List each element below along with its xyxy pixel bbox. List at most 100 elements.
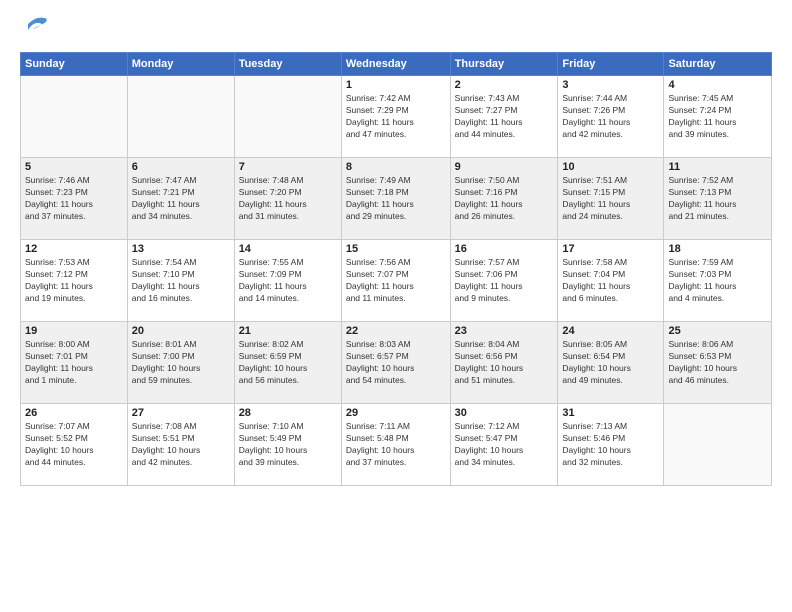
calendar-cell: 7 Sunrise: 7:48 AM Sunset: 7:20 PM Daylig… <box>234 158 341 240</box>
day-info: Sunrise: 7:46 AM Sunset: 7:23 PM Dayligh… <box>25 175 123 223</box>
day-info: Sunrise: 7:43 AM Sunset: 7:27 PM Dayligh… <box>455 93 554 141</box>
day-info: Sunrise: 7:51 AM Sunset: 7:15 PM Dayligh… <box>562 175 659 223</box>
calendar-cell: 5 Sunrise: 7:46 AM Sunset: 7:23 PM Daylig… <box>21 158 128 240</box>
day-number: 2 <box>455 79 554 91</box>
day-number: 27 <box>132 407 230 419</box>
day-number: 23 <box>455 325 554 337</box>
day-number: 17 <box>562 243 659 255</box>
day-info: Sunrise: 7:58 AM Sunset: 7:04 PM Dayligh… <box>562 257 659 305</box>
day-info: Sunrise: 7:56 AM Sunset: 7:07 PM Dayligh… <box>346 257 446 305</box>
calendar-header-row: SundayMondayTuesdayWednesdayThursdayFrid… <box>21 53 772 76</box>
calendar-cell <box>127 76 234 158</box>
day-info: Sunrise: 8:05 AM Sunset: 6:54 PM Dayligh… <box>562 339 659 387</box>
calendar-cell: 10 Sunrise: 7:51 AM Sunset: 7:15 PM Dayli… <box>558 158 664 240</box>
calendar-header-saturday: Saturday <box>664 53 772 76</box>
calendar-cell: 2 Sunrise: 7:43 AM Sunset: 7:27 PM Daylig… <box>450 76 558 158</box>
calendar-week-row: 26 Sunrise: 7:07 AM Sunset: 5:52 PM Dayli… <box>21 404 772 486</box>
calendar-cell: 23 Sunrise: 8:04 AM Sunset: 6:56 PM Dayli… <box>450 322 558 404</box>
header <box>20 16 772 42</box>
day-info: Sunrise: 7:49 AM Sunset: 7:18 PM Dayligh… <box>346 175 446 223</box>
calendar-cell: 1Sunrise: 7:42 AM Sunset: 7:29 PM Daylig… <box>341 76 450 158</box>
day-info: Sunrise: 7:12 AM Sunset: 5:47 PM Dayligh… <box>455 421 554 469</box>
calendar-cell: 17 Sunrise: 7:58 AM Sunset: 7:04 PM Dayli… <box>558 240 664 322</box>
day-number: 29 <box>346 407 446 419</box>
day-number: 24 <box>562 325 659 337</box>
day-number: 21 <box>239 325 337 337</box>
calendar-header-sunday: Sunday <box>21 53 128 76</box>
calendar-cell <box>234 76 341 158</box>
calendar-cell: 22 Sunrise: 8:03 AM Sunset: 6:57 PM Dayli… <box>341 322 450 404</box>
logo <box>20 16 54 42</box>
day-info: Sunrise: 7:44 AM Sunset: 7:26 PM Dayligh… <box>562 93 659 141</box>
day-info: Sunrise: 7:08 AM Sunset: 5:51 PM Dayligh… <box>132 421 230 469</box>
day-info: Sunrise: 8:03 AM Sunset: 6:57 PM Dayligh… <box>346 339 446 387</box>
calendar-cell: 11Sunrise: 7:52 AM Sunset: 7:13 PM Dayli… <box>664 158 772 240</box>
day-info: Sunrise: 7:57 AM Sunset: 7:06 PM Dayligh… <box>455 257 554 305</box>
calendar-cell: 21 Sunrise: 8:02 AM Sunset: 6:59 PM Dayli… <box>234 322 341 404</box>
calendar-cell: 27 Sunrise: 7:08 AM Sunset: 5:51 PM Dayli… <box>127 404 234 486</box>
day-info: Sunrise: 8:04 AM Sunset: 6:56 PM Dayligh… <box>455 339 554 387</box>
day-number: 5 <box>25 161 123 173</box>
day-number: 26 <box>25 407 123 419</box>
calendar-cell: 16 Sunrise: 7:57 AM Sunset: 7:06 PM Dayli… <box>450 240 558 322</box>
day-number: 8 <box>346 161 446 173</box>
day-number: 4 <box>668 79 767 91</box>
day-number: 7 <box>239 161 337 173</box>
calendar-cell: 15 Sunrise: 7:56 AM Sunset: 7:07 PM Dayli… <box>341 240 450 322</box>
calendar-cell: 3 Sunrise: 7:44 AM Sunset: 7:26 PM Daylig… <box>558 76 664 158</box>
day-number: 25 <box>668 325 767 337</box>
day-info: Sunrise: 7:42 AM Sunset: 7:29 PM Dayligh… <box>346 93 446 141</box>
day-info: Sunrise: 7:45 AM Sunset: 7:24 PM Dayligh… <box>668 93 767 141</box>
day-number: 15 <box>346 243 446 255</box>
calendar-cell: 31 Sunrise: 7:13 AM Sunset: 5:46 PM Dayli… <box>558 404 664 486</box>
day-info: Sunrise: 7:47 AM Sunset: 7:21 PM Dayligh… <box>132 175 230 223</box>
logo-bird-icon <box>20 16 52 42</box>
day-number: 22 <box>346 325 446 337</box>
day-number: 20 <box>132 325 230 337</box>
day-info: Sunrise: 8:06 AM Sunset: 6:53 PM Dayligh… <box>668 339 767 387</box>
day-info: Sunrise: 8:01 AM Sunset: 7:00 PM Dayligh… <box>132 339 230 387</box>
calendar-cell: 20 Sunrise: 8:01 AM Sunset: 7:00 PM Dayli… <box>127 322 234 404</box>
calendar-cell: 8 Sunrise: 7:49 AM Sunset: 7:18 PM Daylig… <box>341 158 450 240</box>
calendar-cell: 9Sunrise: 7:50 AM Sunset: 7:16 PM Daylig… <box>450 158 558 240</box>
day-info: Sunrise: 7:07 AM Sunset: 5:52 PM Dayligh… <box>25 421 123 469</box>
day-number: 12 <box>25 243 123 255</box>
day-number: 30 <box>455 407 554 419</box>
day-info: Sunrise: 7:50 AM Sunset: 7:16 PM Dayligh… <box>455 175 554 223</box>
calendar-cell: 30 Sunrise: 7:12 AM Sunset: 5:47 PM Dayli… <box>450 404 558 486</box>
calendar-week-row: 12 Sunrise: 7:53 AM Sunset: 7:12 PM Dayli… <box>21 240 772 322</box>
day-info: Sunrise: 7:59 AM Sunset: 7:03 PM Dayligh… <box>668 257 767 305</box>
calendar-cell: 18 Sunrise: 7:59 AM Sunset: 7:03 PM Dayli… <box>664 240 772 322</box>
calendar-week-row: 19 Sunrise: 8:00 AM Sunset: 7:01 PM Dayli… <box>21 322 772 404</box>
day-number: 6 <box>132 161 230 173</box>
calendar-header-monday: Monday <box>127 53 234 76</box>
day-info: Sunrise: 7:53 AM Sunset: 7:12 PM Dayligh… <box>25 257 123 305</box>
day-info: Sunrise: 7:55 AM Sunset: 7:09 PM Dayligh… <box>239 257 337 305</box>
day-info: Sunrise: 8:02 AM Sunset: 6:59 PM Dayligh… <box>239 339 337 387</box>
calendar-cell: 19 Sunrise: 8:00 AM Sunset: 7:01 PM Dayli… <box>21 322 128 404</box>
day-number: 18 <box>668 243 767 255</box>
day-info: Sunrise: 7:10 AM Sunset: 5:49 PM Dayligh… <box>239 421 337 469</box>
day-number: 28 <box>239 407 337 419</box>
calendar-cell <box>664 404 772 486</box>
calendar-cell: 26 Sunrise: 7:07 AM Sunset: 5:52 PM Dayli… <box>21 404 128 486</box>
calendar-cell: 29 Sunrise: 7:11 AM Sunset: 5:48 PM Dayli… <box>341 404 450 486</box>
day-number: 10 <box>562 161 659 173</box>
day-number: 13 <box>132 243 230 255</box>
day-number: 3 <box>562 79 659 91</box>
day-number: 11 <box>668 161 767 173</box>
day-info: Sunrise: 7:11 AM Sunset: 5:48 PM Dayligh… <box>346 421 446 469</box>
calendar-week-row: 1Sunrise: 7:42 AM Sunset: 7:29 PM Daylig… <box>21 76 772 158</box>
day-number: 31 <box>562 407 659 419</box>
day-info: Sunrise: 7:48 AM Sunset: 7:20 PM Dayligh… <box>239 175 337 223</box>
calendar-cell: 24 Sunrise: 8:05 AM Sunset: 6:54 PM Dayli… <box>558 322 664 404</box>
day-info: Sunrise: 8:00 AM Sunset: 7:01 PM Dayligh… <box>25 339 123 387</box>
day-info: Sunrise: 7:13 AM Sunset: 5:46 PM Dayligh… <box>562 421 659 469</box>
day-number: 19 <box>25 325 123 337</box>
day-number: 16 <box>455 243 554 255</box>
day-info: Sunrise: 7:54 AM Sunset: 7:10 PM Dayligh… <box>132 257 230 305</box>
calendar-table: SundayMondayTuesdayWednesdayThursdayFrid… <box>20 52 772 486</box>
calendar-week-row: 5 Sunrise: 7:46 AM Sunset: 7:23 PM Daylig… <box>21 158 772 240</box>
calendar-header-tuesday: Tuesday <box>234 53 341 76</box>
calendar-cell: 25 Sunrise: 8:06 AM Sunset: 6:53 PM Dayli… <box>664 322 772 404</box>
